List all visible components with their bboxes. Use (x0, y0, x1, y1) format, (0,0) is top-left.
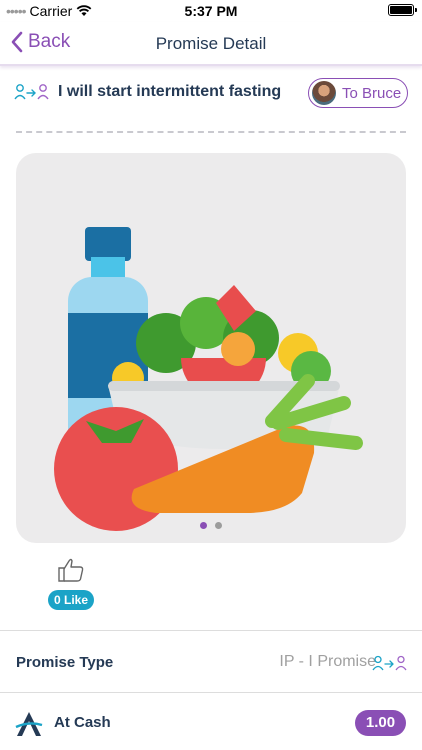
promise-header: I will start intermittent fasting To Bru… (14, 78, 408, 108)
like-block: 0 Like (47, 557, 95, 610)
divider (16, 131, 406, 133)
cash-label: At Cash (54, 714, 111, 731)
recipient-label: To Bruce (342, 84, 402, 102)
navigation-bar: Back Promise Detail (0, 22, 422, 66)
clock: 5:37 PM (184, 3, 238, 19)
promise-type-row: Promise Type IP - I Promise (0, 630, 422, 692)
promise-image-carousel[interactable] (16, 153, 406, 543)
at-cash-logo-icon (15, 712, 43, 736)
carousel-pager (16, 522, 406, 529)
battery-icon (388, 4, 417, 16)
recipient-badge[interactable]: To Bruce (308, 78, 408, 108)
promise-type-label: Promise Type (16, 654, 114, 671)
pager-dot-active[interactable] (200, 522, 207, 529)
like-count-badge[interactable]: 0 Like (47, 590, 95, 610)
promise-to-person-icon (14, 84, 49, 100)
page-title: Promise Detail (155, 34, 267, 53)
cash-row: At Cash 1.00 (0, 692, 422, 750)
healthy-food-illustration (54, 227, 363, 531)
promise-title: I will start intermittent fasting (58, 83, 282, 100)
promise-type-value: IP - I Promise (279, 653, 376, 670)
cash-amount-badge: 1.00 (355, 710, 406, 736)
pager-dot[interactable] (215, 522, 222, 529)
promise-type-icon (372, 655, 407, 671)
status-bar: ••••• Carrier 5:37 PM (0, 0, 422, 22)
avatar (312, 81, 336, 105)
thumbs-up-icon[interactable] (57, 557, 85, 583)
